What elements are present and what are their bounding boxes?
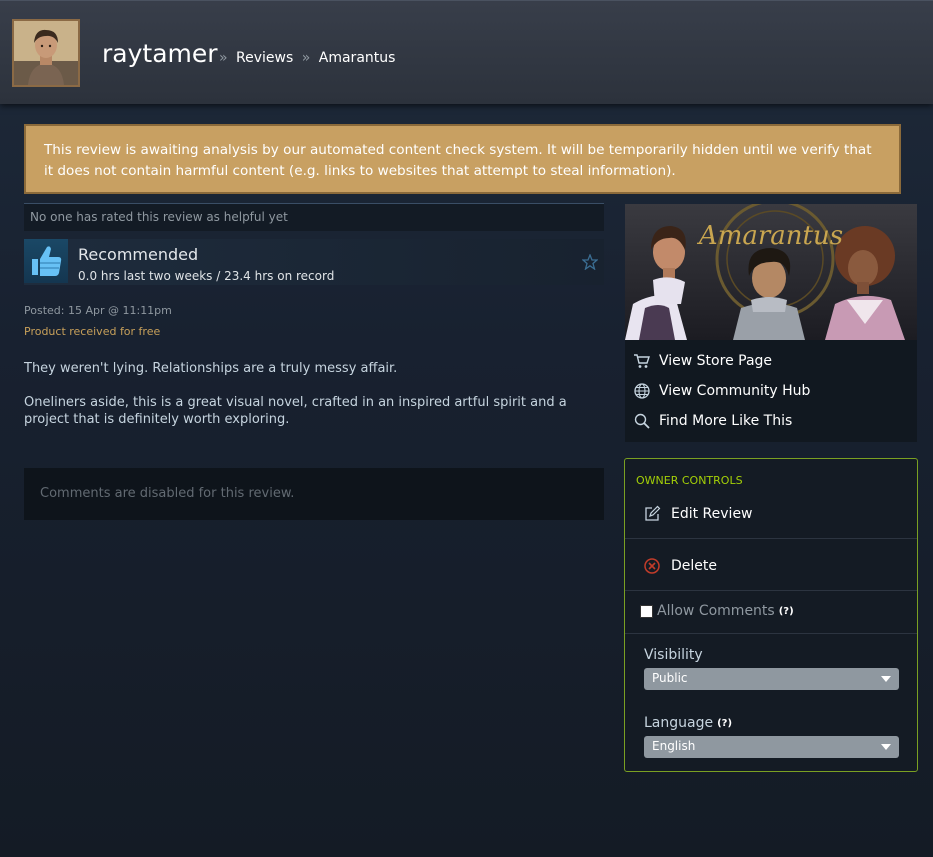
divider <box>625 590 917 591</box>
view-community-hub-label: View Community Hub <box>659 383 811 399</box>
content-check-notice: This review is awaiting analysis by our … <box>24 124 901 194</box>
visibility-select[interactable]: Public <box>644 668 899 690</box>
recommendation-box: Recommended 0.0 hrs last two weeks / 23.… <box>24 239 604 285</box>
helpful-status: No one has rated this review as helpful … <box>24 203 604 231</box>
breadcrumb-game[interactable]: Amarantus <box>319 50 396 66</box>
owner-controls-title: OWNER CONTROLS <box>636 474 743 487</box>
language-help[interactable]: (?) <box>717 718 732 729</box>
edit-review-button[interactable]: Edit Review <box>625 503 917 525</box>
review-body: They weren't lying. Relationships are a … <box>24 360 604 445</box>
globe-icon <box>634 383 650 399</box>
profile-header: raytamer » Reviews » Amarantus <box>0 0 933 104</box>
edit-review-label: Edit Review <box>671 506 753 522</box>
magnifier-icon <box>634 413 650 429</box>
avatar[interactable] <box>12 19 80 87</box>
thumbs-up-icon <box>24 239 68 283</box>
find-more-like-this-link[interactable]: Find More Like This <box>633 409 792 433</box>
language-select[interactable]: English <box>644 736 899 758</box>
comments-disabled-box: Comments are disabled for this review. <box>24 468 604 520</box>
delete-icon <box>644 558 660 574</box>
review-paragraph: They weren't lying. Relationships are a … <box>24 361 398 376</box>
cart-icon <box>634 354 650 368</box>
find-more-like-this-label: Find More Like This <box>659 413 793 429</box>
game-capsule-image[interactable]: Amarantus <box>625 204 917 340</box>
received-free-note: Product received for free <box>24 325 161 338</box>
language-label: Language <box>644 715 714 731</box>
star-icon[interactable] <box>582 254 598 270</box>
chevron-down-icon <box>881 676 891 682</box>
avatar-image <box>14 21 78 85</box>
breadcrumb-reviews[interactable]: Reviews <box>236 50 293 66</box>
breadcrumb: » Reviews » Amarantus <box>219 50 395 66</box>
allow-comments-toggle[interactable]: Allow Comments (?) <box>640 603 794 619</box>
allow-comments-label: Allow Comments <box>657 603 775 619</box>
svg-text:Amarantus: Amarantus <box>697 221 843 251</box>
language-label-row: Language (?) <box>644 715 732 731</box>
username[interactable]: raytamer <box>102 39 218 68</box>
delete-button[interactable]: Delete <box>625 555 917 577</box>
game-panel: Amarantus View Store Page View Community… <box>625 204 917 442</box>
language-value: English <box>652 739 696 753</box>
review-paragraph: Oneliners aside, this is a great visual … <box>24 395 567 427</box>
view-store-page-label: View Store Page <box>659 353 773 369</box>
visibility-label: Visibility <box>644 647 703 663</box>
chevron-down-icon <box>881 744 891 750</box>
visibility-value: Public <box>652 671 688 685</box>
divider <box>625 633 917 634</box>
playtime-hours: 0.0 hrs last two weeks / 23.4 hrs on rec… <box>78 269 335 283</box>
edit-icon <box>645 505 661 521</box>
breadcrumb-separator: » <box>301 50 311 66</box>
view-store-page-link[interactable]: View Store Page <box>633 349 772 373</box>
recommendation-label: Recommended <box>78 245 199 264</box>
posted-date: Posted: 15 Apr @ 11:11pm <box>24 304 172 317</box>
breadcrumb-separator: » <box>219 50 228 66</box>
owner-controls-panel: OWNER CONTROLS Edit Review Delete Allow … <box>624 458 918 772</box>
view-community-hub-link[interactable]: View Community Hub <box>633 379 810 403</box>
divider <box>625 538 917 539</box>
delete-label: Delete <box>671 558 717 574</box>
allow-comments-help[interactable]: (?) <box>779 606 794 617</box>
allow-comments-checkbox[interactable] <box>640 604 653 618</box>
